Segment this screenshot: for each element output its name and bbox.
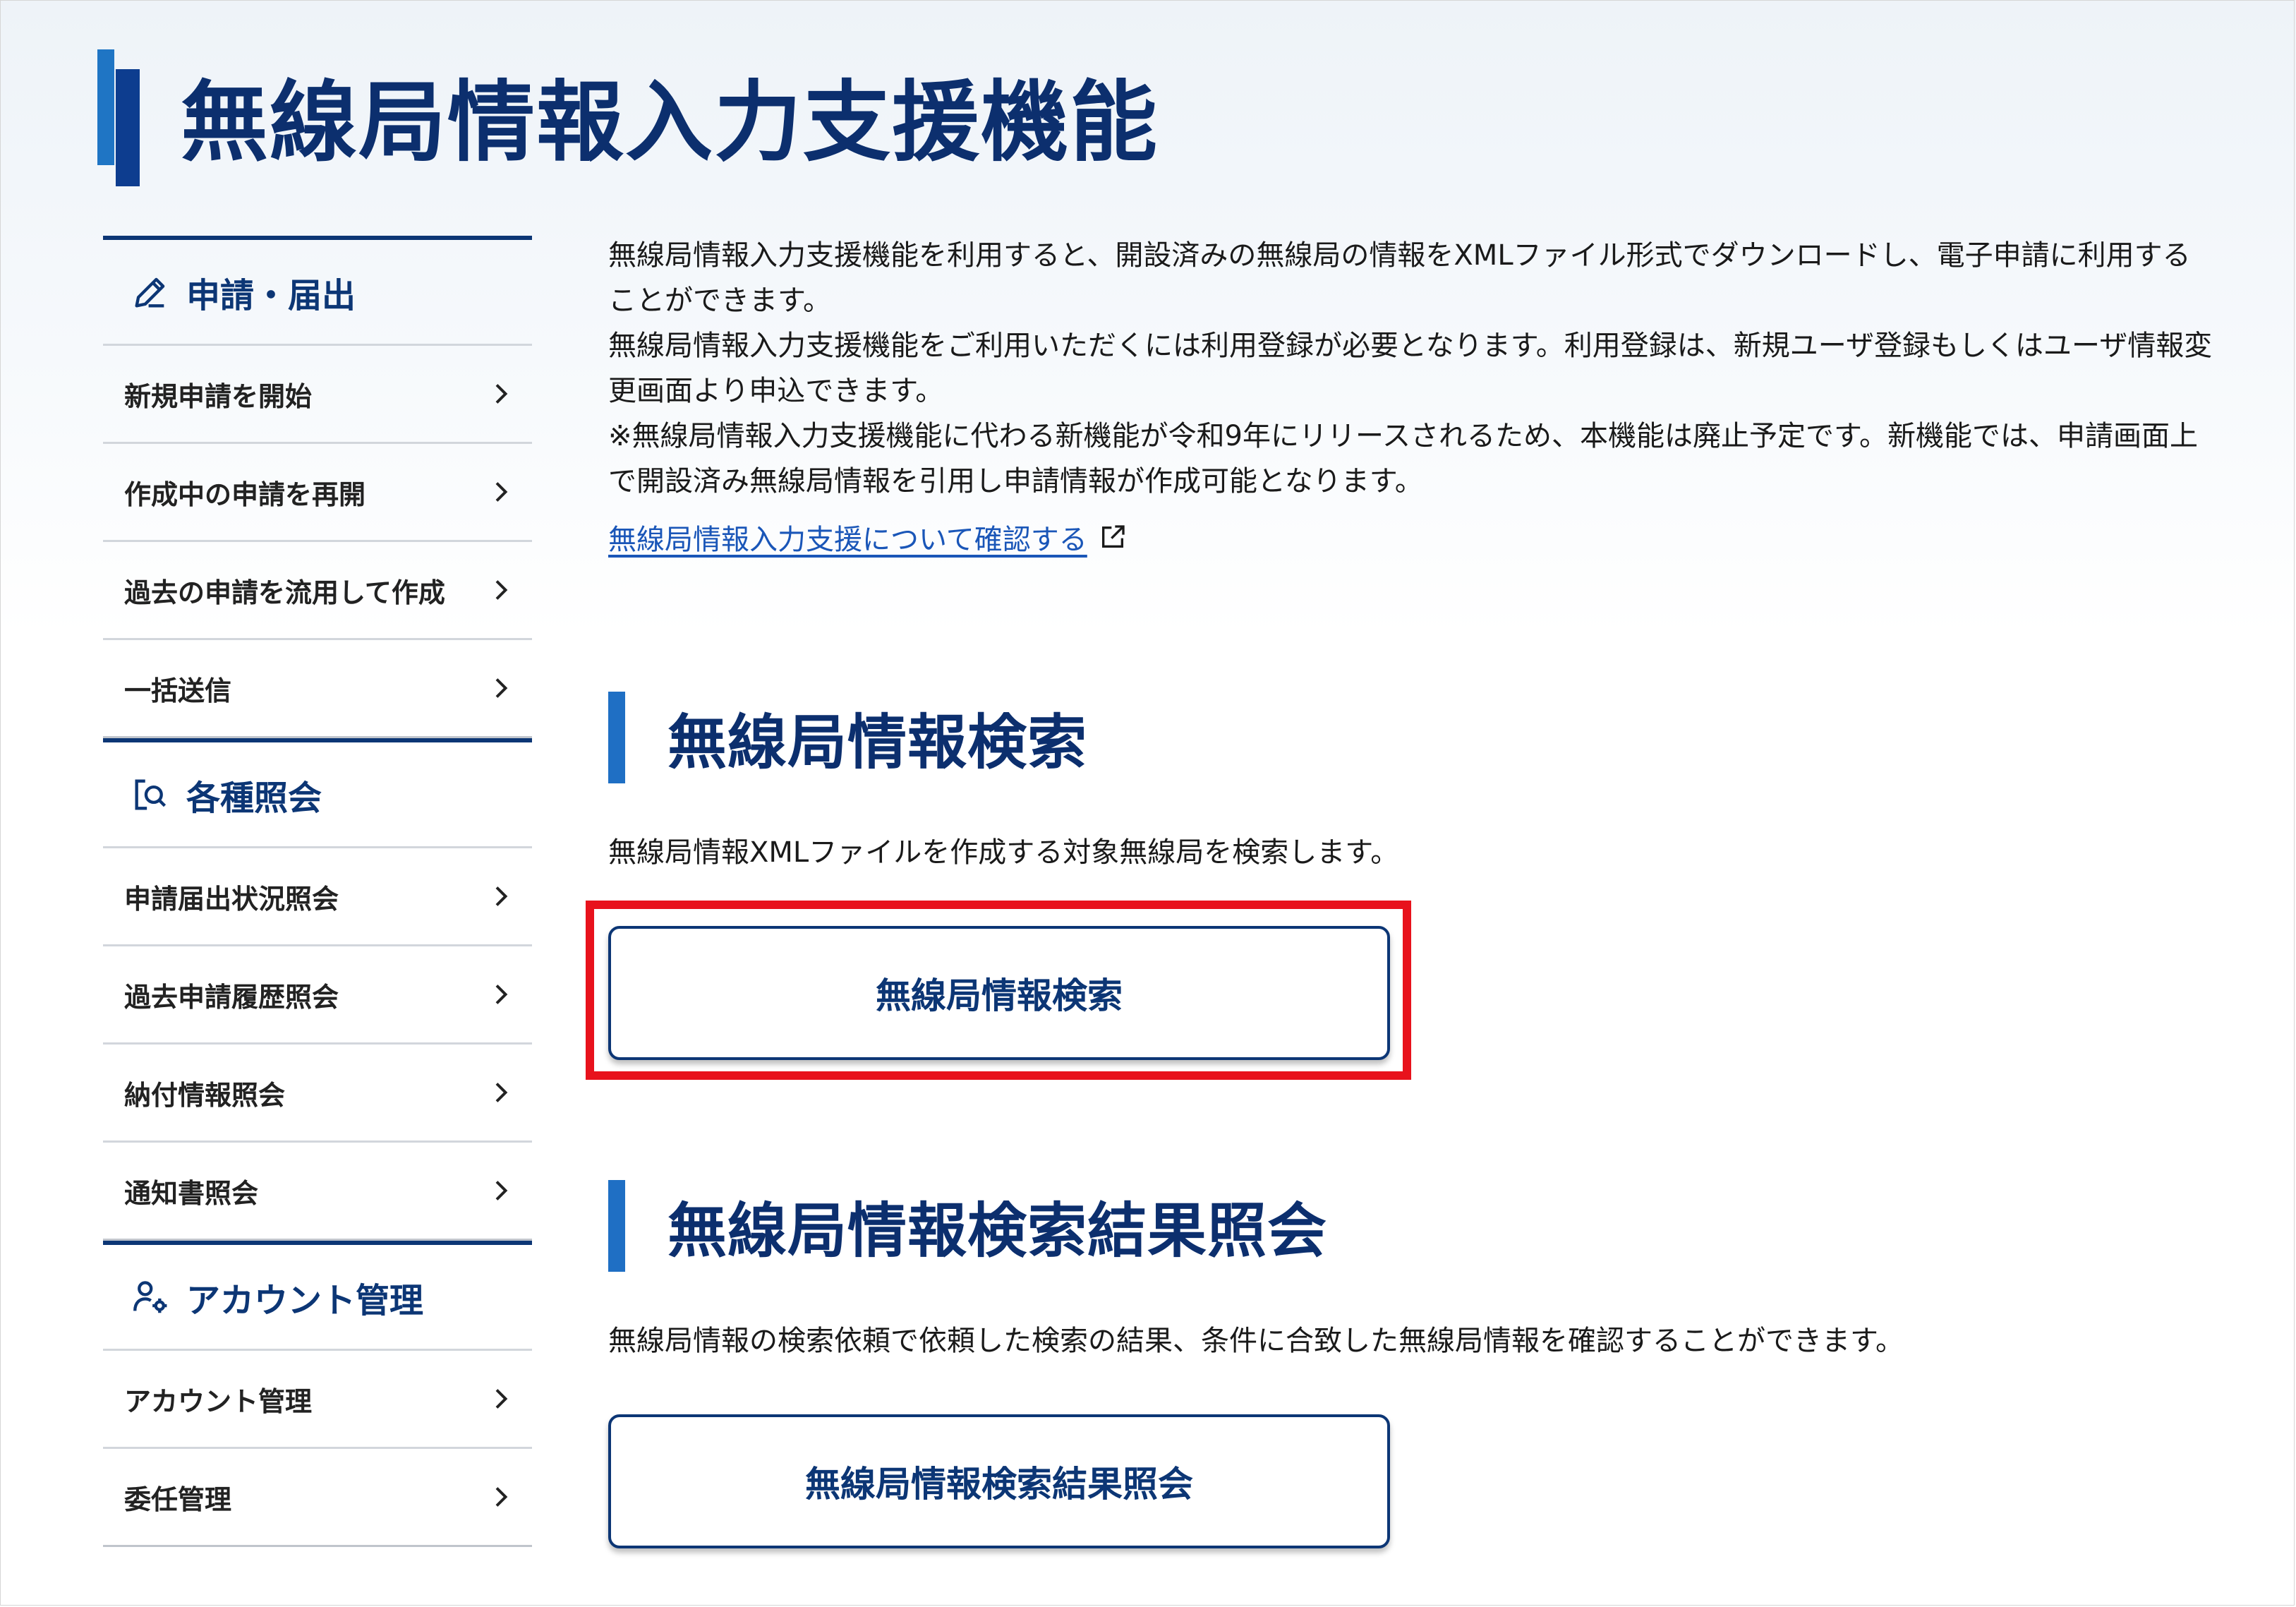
user-settings-icon — [130, 1277, 171, 1318]
sidebar-nav: 申請・届出 新規申請を開始 作成中の申請を再開 過去の申請を流用して作成 一括送… — [103, 236, 532, 1547]
search-results-inquiry-button[interactable]: 無線局情報検索結果照会 — [608, 1414, 1390, 1548]
sidebar-group-header: 申請・届出 — [103, 236, 532, 346]
sidebar-item-label: 納付情報照会 — [124, 1079, 286, 1111]
sidebar-item-new-application[interactable]: 新規申請を開始 — [103, 346, 532, 444]
about-input-support-link[interactable]: 無線局情報入力支援について確認する — [608, 517, 1127, 558]
sidebar-group-title: 申請・届出 — [186, 275, 356, 315]
sidebar-item-label: アカウント管理 — [124, 1385, 313, 1417]
section-description: 無線局情報の検索依頼で依頼した検索の結果、条件に合致した無線局情報を確認すること… — [608, 1325, 1904, 1357]
sidebar-item-label: 通知書照会 — [124, 1177, 259, 1209]
chevron-right-icon — [491, 1388, 509, 1409]
sidebar-group-account: アカウント管理 アカウント管理 委任管理 — [103, 1241, 532, 1547]
link-label: 無線局情報入力支援について確認する — [608, 524, 1087, 556]
sidebar-item-status-inquiry[interactable]: 申請届出状況照会 — [103, 848, 532, 946]
intro-line: ことができます。 — [608, 284, 831, 317]
sidebar-item-label: 過去申請履歴照会 — [124, 981, 339, 1013]
sidebar-item-account-management[interactable]: アカウント管理 — [103, 1351, 532, 1449]
station-search-button[interactable]: 無線局情報検索 — [608, 926, 1390, 1060]
sidebar-item-label: 申請届出状況照会 — [124, 883, 339, 915]
intro-line: で開設済み無線局情報を引用し申請情報が作成可能となります。 — [608, 465, 1423, 498]
sidebar-group-header: アカウント管理 — [103, 1241, 532, 1351]
sidebar-group-title: アカウント管理 — [186, 1280, 424, 1320]
sidebar-item-delegation-management[interactable]: 委任管理 — [103, 1449, 532, 1547]
sidebar-item-reuse-past[interactable]: 過去の申請を流用して作成 — [103, 542, 532, 640]
chevron-right-icon — [491, 1486, 509, 1507]
section-header: 無線局情報検索結果照会 — [608, 1180, 2231, 1272]
section-title: 無線局情報検索結果照会 — [667, 1196, 1328, 1265]
main-content: 無線局情報入力支援機能を利用すると、開設済みの無線局の情報をXMLファイル形式で… — [608, 233, 2231, 558]
section-title: 無線局情報検索 — [667, 707, 1088, 777]
sidebar-item-resume-draft[interactable]: 作成中の申請を再開 — [103, 444, 532, 542]
title-accent-bar-dark — [116, 69, 140, 186]
pencil-icon — [130, 272, 171, 313]
sidebar-item-payment-inquiry[interactable]: 納付情報照会 — [103, 1045, 532, 1143]
sidebar-item-history-inquiry[interactable]: 過去申請履歴照会 — [103, 946, 532, 1045]
chevron-right-icon — [491, 1082, 509, 1103]
section-station-search: 無線局情報検索 無線局情報XMLファイルを作成する対象無線局を検索します。 無線… — [608, 692, 2231, 1060]
title-accent-bar-light — [97, 49, 114, 165]
chevron-right-icon — [491, 984, 509, 1005]
document-search-icon — [130, 774, 171, 815]
sidebar-item-label: 過去の申請を流用して作成 — [124, 577, 445, 608]
sidebar-item-bulk-send[interactable]: 一括送信 — [103, 640, 532, 738]
chevron-right-icon — [491, 678, 509, 699]
external-link-icon — [1099, 523, 1127, 551]
section-header: 無線局情報検索 — [608, 692, 2231, 783]
section-accent-bar — [608, 692, 625, 783]
chevron-right-icon — [491, 1180, 509, 1201]
intro-line: ※無線局情報入力支援機能に代わる新機能が令和9年にリリースされるため、本機能は廃… — [608, 420, 2198, 452]
sidebar-item-notice-inquiry[interactable]: 通知書照会 — [103, 1143, 532, 1241]
section-search-results: 無線局情報検索結果照会 無線局情報の検索依頼で依頼した検索の結果、条件に合致した… — [608, 1180, 2231, 1548]
intro-text: 無線局情報入力支援機能を利用すると、開設済みの無線局の情報をXMLファイル形式で… — [608, 233, 2231, 504]
sidebar-group-header: 各種照会 — [103, 738, 532, 848]
sidebar-item-label: 新規申請を開始 — [124, 380, 313, 412]
sidebar-item-label: 作成中の申請を再開 — [124, 479, 366, 510]
page-title: 無線局情報入力支援機能 — [181, 72, 1159, 174]
sidebar-item-label: 委任管理 — [124, 1483, 232, 1515]
chevron-right-icon — [491, 383, 509, 404]
sidebar-group-application: 申請・届出 新規申請を開始 作成中の申請を再開 過去の申請を流用して作成 一括送… — [103, 236, 532, 738]
section-accent-bar — [608, 1180, 625, 1272]
sidebar-group-title: 各種照会 — [186, 778, 322, 818]
section-description: 無線局情報XMLファイルを作成する対象無線局を検索します。 — [608, 836, 1399, 869]
sidebar-group-inquiries: 各種照会 申請届出状況照会 過去申請履歴照会 納付情報照会 通知書照会 — [103, 738, 532, 1241]
chevron-right-icon — [491, 481, 509, 502]
intro-line: 無線局情報入力支援機能をご利用いただくには利用登録が必要となります。利用登録は、… — [608, 330, 2213, 362]
chevron-right-icon — [491, 579, 509, 601]
intro-line: 更画面より申込できます。 — [608, 375, 944, 407]
chevron-right-icon — [491, 886, 509, 907]
intro-line: 無線局情報入力支援機能を利用すると、開設済みの無線局の情報をXMLファイル形式で… — [608, 239, 2191, 272]
sidebar-item-label: 一括送信 — [124, 675, 232, 706]
